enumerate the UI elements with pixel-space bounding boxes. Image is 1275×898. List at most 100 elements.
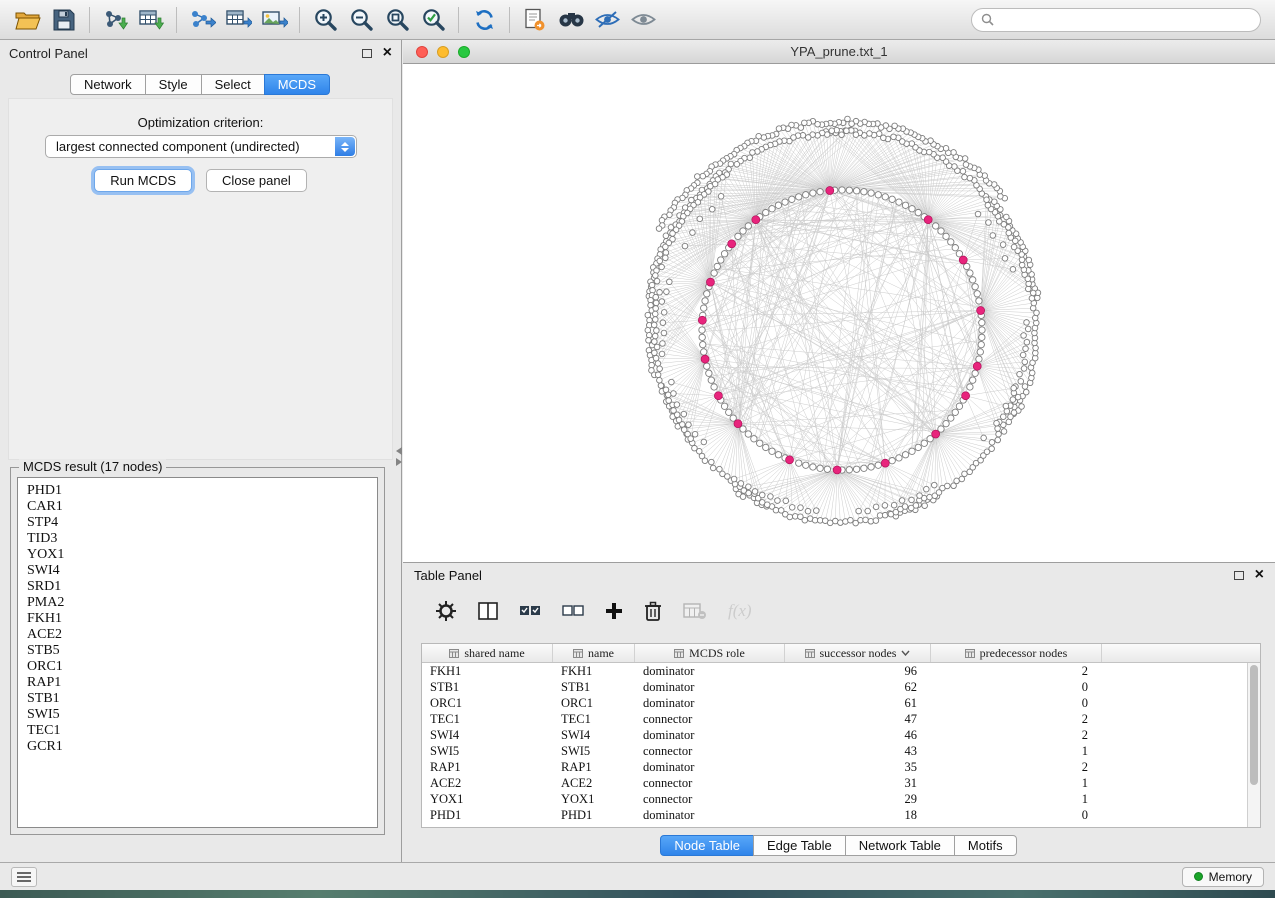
network-hub-node[interactable] [701, 355, 709, 363]
network-node[interactable] [734, 161, 740, 167]
network-node[interactable] [670, 231, 676, 237]
network-node[interactable] [653, 273, 659, 279]
mcds-result-item[interactable]: CAR1 [27, 499, 377, 515]
network-node[interactable] [976, 356, 982, 362]
network-node[interactable] [915, 209, 921, 215]
network-hub-node[interactable] [728, 240, 736, 248]
network-node[interactable] [745, 223, 751, 229]
network-node[interactable] [745, 431, 751, 437]
network-hub-node[interactable] [924, 216, 932, 224]
network-node[interactable] [977, 349, 983, 355]
network-node[interactable] [868, 190, 874, 196]
zoom-selected-button[interactable] [415, 4, 451, 36]
network-node[interactable] [726, 409, 732, 415]
network-node[interactable] [653, 294, 659, 300]
network-node[interactable] [896, 455, 902, 461]
network-node[interactable] [661, 330, 667, 336]
network-node[interactable] [710, 465, 716, 471]
network-hub-node[interactable] [881, 459, 889, 467]
network-node[interactable] [738, 481, 744, 487]
network-node[interactable] [775, 202, 781, 208]
table-row[interactable]: RAP1RAP1dominator352 [422, 759, 1247, 775]
open-file-button[interactable] [10, 4, 46, 36]
export-table-button[interactable] [220, 4, 256, 36]
network-node[interactable] [943, 233, 949, 239]
run-mcds-button[interactable]: Run MCDS [94, 169, 192, 192]
network-canvas[interactable] [403, 64, 1275, 562]
network-node[interactable] [667, 279, 673, 285]
panel-splitter[interactable] [394, 447, 403, 469]
network-node[interactable] [1029, 295, 1035, 301]
network-node[interactable] [975, 211, 981, 217]
network-node[interactable] [655, 372, 661, 378]
network-node[interactable] [746, 490, 752, 496]
export-network-button[interactable] [184, 4, 220, 36]
network-node[interactable] [839, 132, 845, 138]
table-row[interactable]: SWI4SWI4dominator462 [422, 727, 1247, 743]
network-node[interactable] [805, 135, 811, 141]
network-node[interactable] [995, 426, 1001, 432]
network-node[interactable] [921, 440, 927, 446]
network-node[interactable] [656, 226, 662, 232]
network-node[interactable] [810, 190, 816, 196]
network-node[interactable] [1017, 371, 1023, 377]
network-node[interactable] [915, 444, 921, 450]
network-node[interactable] [653, 300, 659, 306]
network-node[interactable] [686, 422, 692, 428]
mcds-result-item[interactable]: SWI4 [27, 563, 377, 579]
network-node[interactable] [1019, 262, 1025, 268]
minimize-window-icon[interactable] [437, 46, 449, 58]
network-node[interactable] [658, 383, 664, 389]
network-node[interactable] [702, 458, 708, 464]
network-node[interactable] [990, 233, 996, 239]
network-node[interactable] [861, 189, 867, 195]
network-node[interactable] [853, 132, 859, 138]
network-node[interactable] [721, 403, 727, 409]
network-node[interactable] [909, 206, 915, 212]
network-node[interactable] [657, 290, 663, 296]
network-node[interactable] [740, 494, 746, 500]
network-node[interactable] [813, 508, 819, 514]
tab-mcds[interactable]: MCDS [264, 74, 330, 95]
network-node[interactable] [697, 216, 703, 222]
network-node[interactable] [1019, 404, 1025, 410]
network-node[interactable] [967, 384, 973, 390]
network-node[interactable] [972, 284, 978, 290]
network-node[interactable] [775, 452, 781, 458]
network-node[interactable] [763, 444, 769, 450]
network-node[interactable] [659, 351, 665, 357]
network-node[interactable] [654, 344, 660, 350]
network-node[interactable] [974, 291, 980, 297]
network-node[interactable] [856, 508, 862, 514]
network-node[interactable] [802, 517, 808, 523]
network-node[interactable] [747, 155, 753, 161]
network-node[interactable] [757, 440, 763, 446]
network-node[interactable] [763, 209, 769, 215]
network-node[interactable] [783, 498, 789, 504]
network-hub-node[interactable] [959, 256, 967, 264]
refresh-view-button[interactable] [466, 4, 502, 36]
column-header-successor-nodes[interactable]: successor nodes [785, 644, 931, 662]
network-node[interactable] [940, 155, 946, 161]
network-node[interactable] [1025, 326, 1031, 332]
network-node[interactable] [1004, 408, 1010, 414]
network-node[interactable] [681, 411, 687, 417]
network-node[interactable] [889, 458, 895, 464]
network-node[interactable] [709, 206, 715, 212]
network-node[interactable] [652, 317, 658, 323]
network-node[interactable] [657, 377, 663, 383]
network-hub-node[interactable] [734, 420, 742, 428]
network-node[interactable] [721, 251, 727, 257]
mcds-result-item[interactable]: TEC1 [27, 723, 377, 739]
network-node[interactable] [924, 486, 930, 492]
column-header-predecessor-nodes[interactable]: predecessor nodes [931, 644, 1102, 662]
network-node[interactable] [718, 193, 724, 199]
network-node[interactable] [995, 437, 1001, 443]
network-node[interactable] [1023, 389, 1029, 395]
network-node[interactable] [817, 465, 823, 471]
network-node[interactable] [873, 518, 879, 524]
tab-network-table[interactable]: Network Table [845, 835, 955, 856]
network-node[interactable] [848, 517, 854, 523]
network-node[interactable] [773, 507, 779, 513]
mcds-result-item[interactable]: RAP1 [27, 675, 377, 691]
